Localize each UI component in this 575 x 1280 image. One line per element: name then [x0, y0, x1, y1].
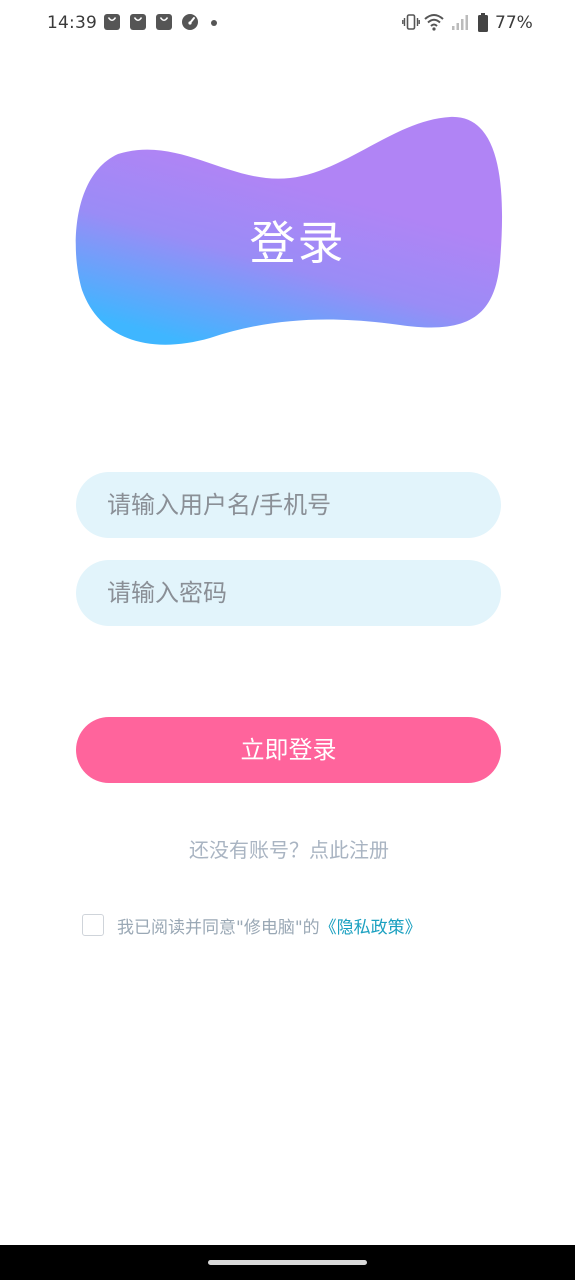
agreement-checkbox[interactable] — [82, 914, 104, 936]
privacy-policy-link[interactable]: 《隐私政策》 — [320, 913, 422, 938]
agreement-row: 我已阅读并同意"修电脑"的 《隐私政策》 — [82, 912, 422, 938]
page-title: 登录 — [249, 216, 346, 270]
login-button[interactable]: 立即登录 — [76, 717, 501, 783]
register-link[interactable]: 还没有账号？点此注册 — [0, 834, 575, 863]
agreement-text: 我已阅读并同意"修电脑"的 — [117, 917, 320, 938]
username-input[interactable] — [76, 472, 501, 538]
password-input[interactable] — [76, 560, 501, 626]
header-blob: 登录 — [0, 0, 575, 400]
login-screen: 14:39 77% 登录 请输入用户名/手机号 立即登录 还没有账号？点此注册 … — [0, 0, 575, 1280]
home-indicator[interactable] — [208, 1260, 367, 1265]
navigation-bar — [0, 1245, 575, 1280]
blob-shape — [75, 116, 503, 345]
